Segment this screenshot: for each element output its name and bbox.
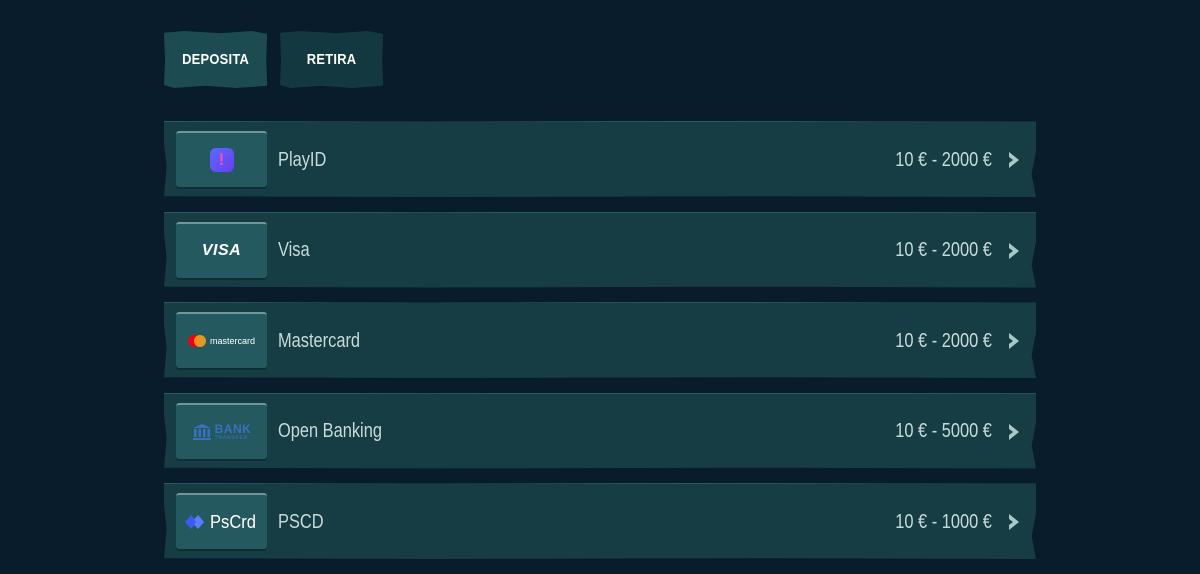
method-logo-box: PsCrd	[176, 493, 267, 549]
method-name: Open Banking	[278, 420, 382, 442]
playid-logo-icon: !	[209, 148, 234, 172]
tab-retira-label: RETIRA	[306, 51, 357, 68]
method-logo-box: mastercard	[176, 312, 267, 368]
method-logo-box: BANK TRANSFER	[176, 402, 267, 459]
method-name: Visa	[278, 239, 310, 261]
mastercard-logo-icon: mastercard	[187, 335, 255, 347]
method-logo-box: !	[176, 131, 267, 187]
payment-method-open-banking[interactable]: BANK TRANSFER Open Banking 10 € - 5000 €	[164, 392, 1036, 469]
payment-tabs: DEPOSITA RETIRA	[164, 31, 400, 88]
method-name: PSCD	[278, 510, 324, 533]
pscrd-logo-icon: PsCrd	[184, 511, 258, 533]
bank-logo-text: BANK	[214, 421, 252, 436]
mastercard-logo-text: mastercard	[209, 336, 255, 346]
method-range: 10 € - 2000 €	[895, 239, 992, 261]
bank-transfer-logo-icon: BANK TRANSFER	[192, 423, 252, 441]
method-name: PlayID	[278, 148, 327, 171]
method-range: 10 € - 2000 €	[895, 148, 992, 171]
bank-logo-subtext: TRANSFER	[214, 434, 249, 441]
chevron-right-icon	[1009, 152, 1019, 168]
payment-method-playid[interactable]: ! PlayID 10 € - 2000 €	[164, 121, 1036, 197]
tab-deposita-label: DEPOSITA	[182, 51, 250, 68]
tab-deposita[interactable]: DEPOSITA	[164, 31, 268, 88]
pscrd-diamond-icon	[184, 515, 204, 529]
method-name: Mastercard	[278, 329, 361, 352]
payment-method-visa[interactable]: VISA Visa 10 € - 2000 €	[164, 211, 1036, 288]
method-range: 10 € - 1000 €	[895, 510, 992, 533]
method-range: 10 € - 5000 €	[895, 420, 992, 442]
method-range: 10 € - 2000 €	[895, 329, 992, 352]
tab-retira[interactable]: RETIRA	[280, 31, 384, 88]
chevron-right-icon	[1009, 333, 1019, 349]
pscrd-logo-text: PsCrd	[209, 511, 256, 532]
chevron-right-icon	[1009, 242, 1019, 259]
payment-methods-list: ! PlayID 10 € - 2000 € VISA Visa 10 € - …	[164, 121, 1036, 574]
chevron-right-icon	[1009, 423, 1019, 440]
payment-method-mastercard[interactable]: mastercard Mastercard 10 € - 2000 €	[164, 302, 1036, 378]
payment-method-pscd[interactable]: PsCrd PSCD 10 € - 1000 €	[164, 483, 1036, 559]
bank-building-icon	[192, 423, 211, 440]
visa-logo-icon: VISA	[201, 241, 242, 259]
method-logo-box: VISA	[176, 221, 267, 278]
chevron-right-icon	[1009, 514, 1019, 530]
